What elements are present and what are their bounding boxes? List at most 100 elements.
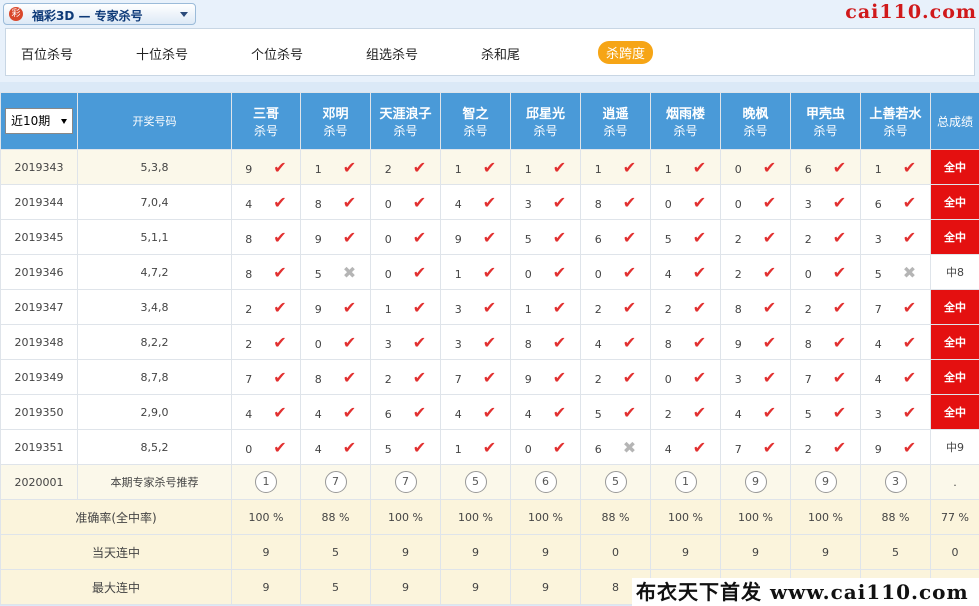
check-icon: ✔	[273, 332, 287, 352]
tab-1[interactable]: 百位杀号	[21, 44, 73, 63]
check-icon: ✔	[273, 262, 287, 282]
pick-cell: 7 ✔	[231, 359, 301, 395]
pick-number: 8	[245, 232, 253, 246]
pick-number: 9	[524, 372, 532, 386]
pick-cell: 8 ✔	[231, 219, 301, 255]
pick-cell: 4 ✔	[440, 394, 511, 430]
stat-label: 当天连中	[0, 534, 232, 570]
pick-number: 2	[804, 232, 812, 246]
pick-cell: 1 ✔	[370, 289, 441, 325]
recommend-number: 9	[814, 471, 837, 493]
check-icon: ✔	[482, 297, 497, 317]
check-icon: ✔	[832, 437, 847, 457]
recommend-cell: 9	[720, 464, 791, 500]
pick-number: 3	[454, 337, 462, 351]
check-icon: ✔	[832, 332, 847, 352]
draw-cell: 5,3,8	[77, 149, 232, 185]
pick-cell: 0 ✔	[231, 429, 301, 465]
pick-cell: 8 ✔	[720, 289, 791, 325]
recommend-number: 7	[324, 471, 347, 493]
check-icon: ✔	[622, 262, 637, 282]
check-icon: ✔	[902, 332, 917, 352]
pick-cell: 8 ✔	[300, 359, 371, 395]
stat-value: 5	[300, 534, 371, 570]
expert-name: 三哥	[252, 107, 279, 122]
check-icon: ✔	[622, 227, 637, 247]
pick-cell: 8 ✔	[650, 324, 721, 360]
check-icon: ✔	[832, 367, 847, 387]
expert-name: 邱星光	[525, 107, 565, 122]
pick-cell: 0 ✔	[650, 184, 721, 220]
pick-number: 0	[384, 232, 392, 246]
draw-cell: 2,9,0	[77, 394, 232, 430]
pick-cell: 9 ✔	[231, 149, 301, 185]
recommend-number: 9	[744, 471, 767, 493]
check-icon: ✔	[412, 192, 427, 212]
pick-cell: 3 ✔	[510, 184, 581, 220]
tab-4[interactable]: 组选杀号	[366, 44, 418, 63]
table-row: 2019344 7,0,4 4 ✔ 8 ✔ 0 ✔ 4 ✔ 3 ✔ 8 ✔ 0 ✔ 0 ✔ 3 ✔ 6 ✔ 全中	[0, 184, 979, 220]
recommend-cell: 7	[300, 464, 371, 500]
pick-cell: 8 ✔	[790, 324, 861, 360]
check-icon: ✔	[762, 297, 777, 317]
lottery-selector[interactable]: 彩 福彩3D — 专家杀号	[3, 3, 196, 25]
expert-sub: 杀号	[813, 124, 838, 138]
pick-number: 2	[594, 372, 602, 386]
lottery-logo-icon: 彩	[9, 7, 23, 21]
check-icon: ✔	[342, 227, 357, 247]
pick-cell: 1 ✔	[300, 149, 371, 185]
expert-header: 三哥 杀号	[231, 92, 301, 150]
check-icon: ✔	[692, 262, 707, 282]
pick-number: 4	[664, 267, 672, 281]
pick-number: 8	[314, 372, 322, 386]
stat-value: 9	[790, 534, 861, 570]
expert-header: 邱星光 杀号	[510, 92, 581, 150]
cross-icon: ✖	[622, 437, 637, 457]
pick-cell: 8 ✔	[580, 184, 651, 220]
draw-cell: 8,5,2	[77, 429, 232, 465]
check-icon: ✔	[552, 262, 567, 282]
pick-number: 2	[734, 267, 742, 281]
pick-number: 1	[454, 162, 462, 176]
check-icon: ✔	[412, 227, 427, 247]
pick-cell: 9 ✔	[440, 219, 511, 255]
pick-cell: 0 ✔	[510, 429, 581, 465]
check-icon: ✔	[552, 437, 567, 457]
period-select[interactable]: 近10期	[5, 108, 73, 134]
total-cell: 全中	[930, 324, 979, 360]
stat-value: 5	[860, 534, 931, 570]
tab-3[interactable]: 个位杀号	[251, 44, 303, 63]
pick-number: 7	[245, 372, 253, 386]
tab-2[interactable]: 十位杀号	[136, 44, 188, 63]
pick-cell: 1 ✔	[510, 149, 581, 185]
table-row: 2019349 8,7,8 7 ✔ 8 ✔ 2 ✔ 7 ✔ 9 ✔ 2 ✔ 0 ✔ 3 ✔ 7 ✔ 4 ✔ 全中	[0, 359, 979, 395]
pick-number: 1	[454, 442, 462, 456]
pick-cell: 0 ✔	[720, 149, 791, 185]
pick-number: 0	[524, 442, 532, 456]
col-total-header: 总成绩	[930, 92, 979, 150]
pick-number: 0	[664, 372, 672, 386]
expert-name: 邓明	[322, 107, 349, 122]
expert-name: 上善若水	[869, 107, 922, 122]
pick-cell: 7 ✔	[440, 359, 511, 395]
check-icon: ✔	[622, 192, 637, 212]
stat-value: 9	[650, 534, 721, 570]
check-icon: ✔	[762, 402, 777, 422]
pick-number: 1	[874, 162, 882, 176]
pick-cell: 4 ✔	[231, 394, 301, 430]
check-icon: ✔	[832, 402, 847, 422]
pick-cell: 2 ✔	[580, 359, 651, 395]
brand-logo: cai110.com	[845, 1, 977, 23]
pick-number: 0	[314, 337, 322, 351]
check-icon: ✔	[273, 297, 287, 317]
pick-number: 9	[734, 337, 742, 351]
recommend-cell: 1	[231, 464, 301, 500]
pick-number: 8	[524, 337, 532, 351]
period-select-value: 近10期	[11, 114, 51, 128]
tab-6[interactable]: 杀跨度	[598, 41, 654, 64]
recommend-cell: 3	[860, 464, 931, 500]
check-icon: ✔	[692, 332, 707, 352]
check-icon: ✔	[902, 227, 917, 247]
tab-5[interactable]: 杀和尾	[481, 44, 520, 63]
pick-number: 0	[245, 442, 253, 456]
